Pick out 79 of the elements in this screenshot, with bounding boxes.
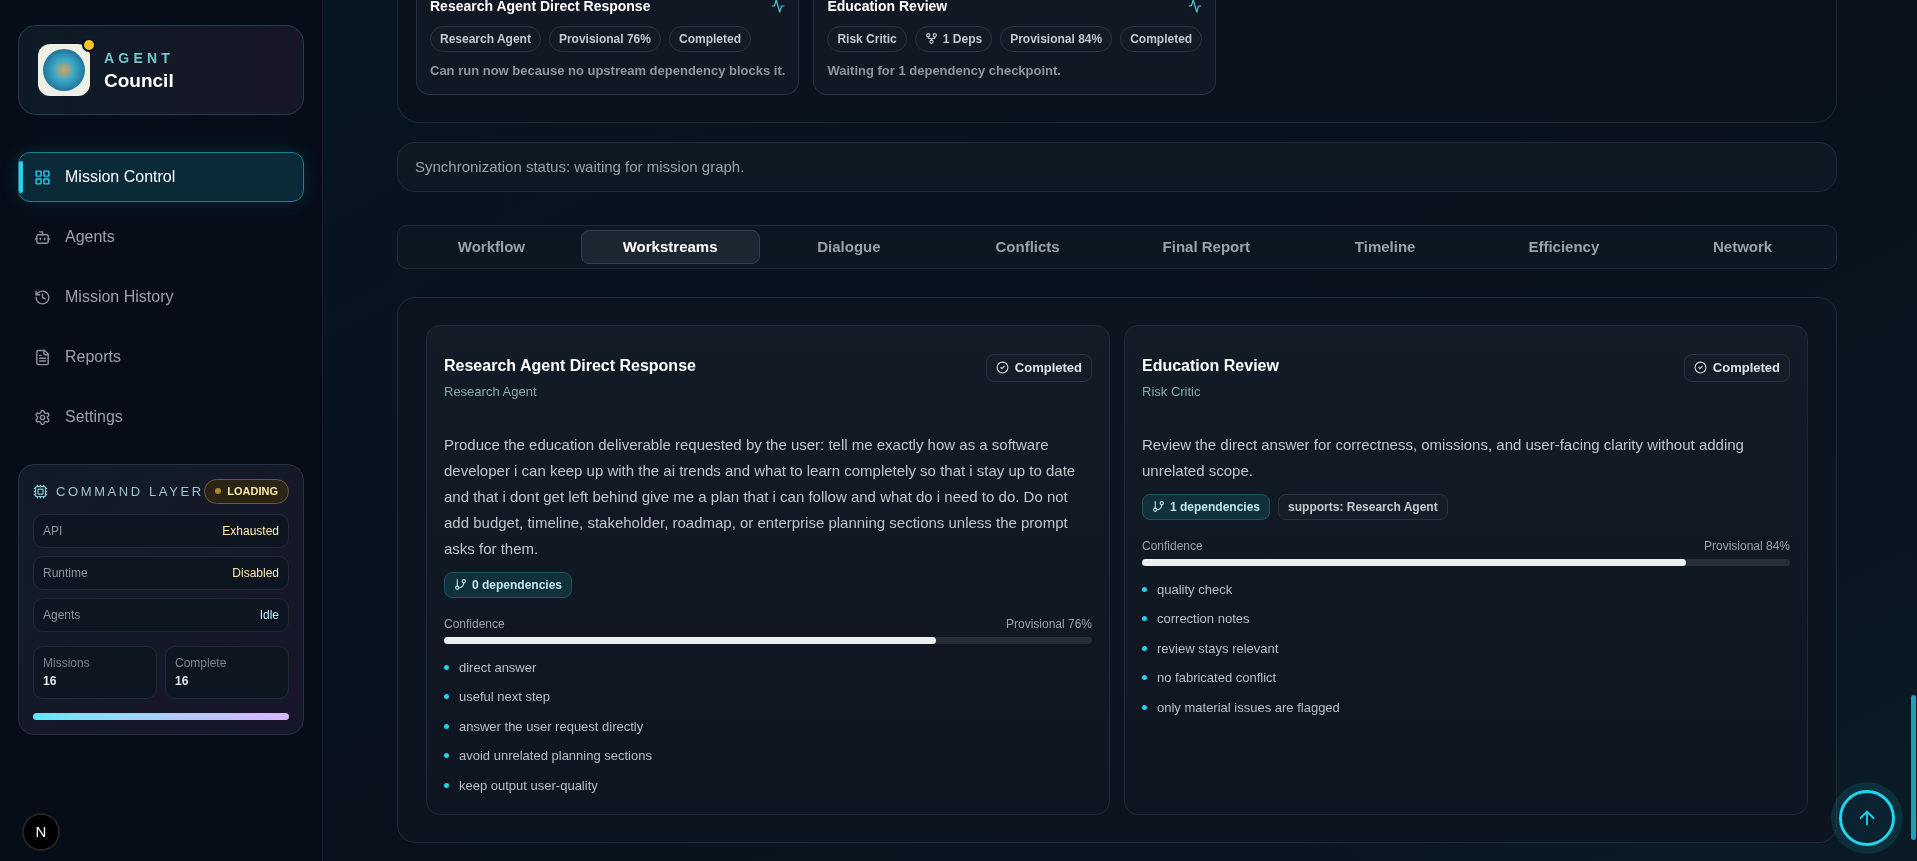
- brand-name: Council: [104, 68, 174, 93]
- summary-title: Education Review: [827, 0, 948, 16]
- status-label: Runtime: [43, 564, 88, 582]
- supports-tag: supports: Research Agent: [1278, 493, 1448, 520]
- document-icon: [34, 348, 51, 366]
- tag: Research Agent: [430, 25, 541, 52]
- fork-icon: [924, 32, 938, 45]
- tag: 1 Deps: [914, 25, 993, 52]
- tag: Risk Critic: [827, 25, 907, 52]
- dependencies-badge: 0 dependencies: [444, 571, 573, 598]
- agent-name: Risk Critic: [1142, 383, 1202, 401]
- history-icon: [34, 288, 51, 306]
- nav-item[interactable]: Mission History: [18, 272, 304, 322]
- criteria-item: avoid unrelated planning sections: [459, 747, 652, 765]
- status-value: Disabled: [232, 564, 279, 582]
- workstream-description: Produce the education deliverable requested by the user: tell me exactly how as a software developer i can keep up with the ai trends and what to learn completely so that i stay up to date and that i dont get left behind give me a plan that i can follow and what do i need to do. Do not add budget, timeline, stakeholder, roadmap, or enterprise planning sections unless the prompt asks for them.: [444, 434, 1077, 559]
- confidence-reading: Provisional 84%: [1703, 537, 1790, 555]
- tab[interactable]: Efficiency: [1474, 230, 1654, 264]
- command-layer-title: COMMAND LAYER: [56, 482, 204, 501]
- summary-note: Can run now because no upstream dependency blocks it.: [430, 61, 786, 80]
- criteria-item: review stays relevant: [1157, 639, 1279, 658]
- tag: Provisional 76%: [548, 25, 661, 52]
- workstream-title: Research Agent Direct Response: [444, 356, 696, 376]
- nav-item[interactable]: Agents: [18, 212, 304, 262]
- criteria-item: only material issues are flagged: [1157, 698, 1340, 717]
- nav-item[interactable]: Reports: [18, 332, 304, 382]
- check-icon: [995, 361, 1009, 375]
- pulse-icon: [771, 0, 786, 13]
- confidence-label: Confidence: [1142, 537, 1203, 555]
- dependencies-badge: 1 dependencies: [1142, 493, 1271, 520]
- grid-icon: [34, 168, 51, 186]
- nav-item[interactable]: Mission Control: [18, 152, 304, 202]
- check-icon: [1693, 361, 1707, 375]
- stat-label: Missions: [43, 654, 91, 672]
- stat-value: 16: [43, 672, 58, 690]
- summary-title: Research Agent Direct Response: [430, 0, 651, 16]
- stat-value: 16: [175, 672, 190, 690]
- tag: Provisional 84%: [1000, 25, 1113, 52]
- branch-icon: [1152, 500, 1165, 513]
- chip-icon: [33, 483, 48, 499]
- status-value: Idle: [259, 606, 279, 624]
- tab[interactable]: Network: [1653, 230, 1832, 264]
- sync-status-bar: Synchronization status: waiting for mission graph.: [397, 142, 1837, 192]
- tab[interactable]: Final Report: [1117, 230, 1296, 264]
- tag: Completed: [668, 25, 751, 52]
- brand-eyebrow: AGENT: [104, 48, 174, 68]
- tag: Completed: [1120, 25, 1203, 52]
- workstream-title: Education Review: [1142, 356, 1279, 376]
- settings-icon: [34, 408, 51, 426]
- tab[interactable]: Timeline: [1295, 230, 1475, 264]
- nav-item[interactable]: Settings: [18, 392, 304, 442]
- loading-badge: LOADING: [204, 479, 289, 504]
- criteria-item: quality check: [1157, 580, 1233, 599]
- framework-badge[interactable]: N: [22, 813, 60, 851]
- workstream-description: Review the direct answer for correctness, omissions, and user-facing clarity without adding unrelated scope.: [1142, 434, 1745, 481]
- confidence-reading: Provisional 76%: [1005, 615, 1092, 633]
- summary-note: Waiting for 1 dependency checkpoint.: [827, 61, 1062, 80]
- tab[interactable]: Workstreams: [580, 230, 760, 264]
- criteria-item: useful next step: [459, 688, 551, 706]
- criteria-item: keep output user-quality: [459, 776, 598, 795]
- branch-icon: [454, 578, 467, 591]
- robot-icon: [34, 228, 51, 246]
- agent-name: Research Agent: [444, 383, 538, 401]
- logo-icon: [38, 44, 90, 96]
- criteria-item: direct answer: [459, 658, 537, 677]
- stat-label: Complete: [175, 654, 228, 672]
- status-badge: Completed: [985, 354, 1092, 382]
- tab[interactable]: Conflicts: [938, 230, 1117, 264]
- criteria-item: correction notes: [1157, 610, 1250, 628]
- confidence-label: Confidence: [444, 615, 505, 633]
- status-label: Agents: [43, 606, 81, 624]
- status-value: Exhausted: [222, 522, 279, 540]
- criteria-item: no fabricated conflict: [1157, 669, 1277, 687]
- criteria-item: answer the user request directly: [459, 717, 644, 736]
- pulse-icon: [1188, 0, 1203, 13]
- status-label: API: [43, 522, 63, 540]
- tab[interactable]: Workflow: [402, 230, 581, 264]
- status-badge: Completed: [1683, 354, 1790, 382]
- tab[interactable]: Dialogue: [759, 230, 939, 264]
